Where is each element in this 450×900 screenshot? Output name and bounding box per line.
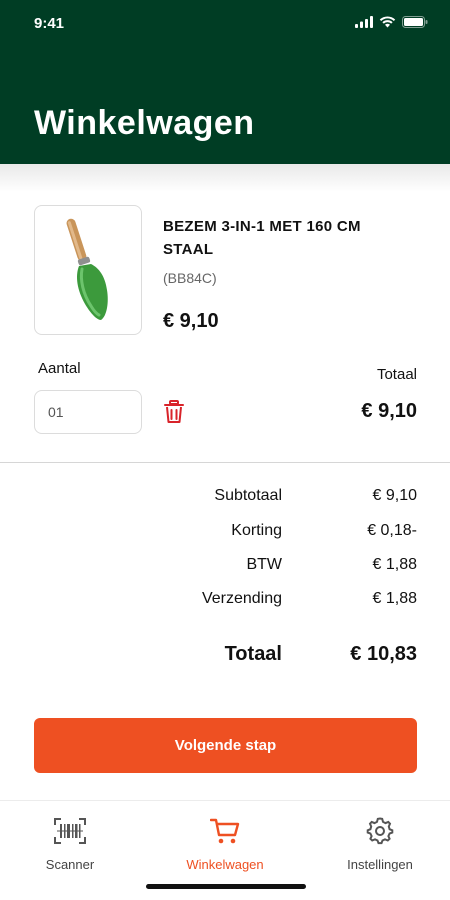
summary-value: € 1,88 bbox=[372, 590, 417, 607]
trash-icon bbox=[164, 400, 184, 423]
summary-value: € 9,10 bbox=[372, 487, 417, 504]
summary-row-shipping: Verzending € 1,88 bbox=[0, 590, 450, 614]
product-price: € 9,10 bbox=[163, 310, 219, 332]
summary-row-vat: BTW € 1,88 bbox=[0, 556, 450, 580]
quantity-value: 01 bbox=[48, 404, 64, 420]
summary-value: € 0,18- bbox=[367, 522, 417, 539]
quantity-input[interactable]: 01 bbox=[34, 390, 142, 434]
tab-winkelwagen[interactable]: Winkelwagen bbox=[155, 817, 295, 872]
summary-label: BTW bbox=[246, 556, 282, 573]
home-indicator bbox=[146, 884, 306, 889]
summary-value: € 1,88 bbox=[372, 556, 417, 573]
tab-scanner[interactable]: Scanner bbox=[0, 817, 140, 872]
wifi-icon bbox=[379, 16, 396, 28]
summary-label: Verzending bbox=[201, 590, 282, 607]
status-icons bbox=[355, 16, 428, 28]
tab-label: Instellingen bbox=[347, 857, 413, 872]
line-total-value: € 9,10 bbox=[361, 400, 417, 422]
gear-icon bbox=[366, 817, 394, 845]
app-header: 9:41 Winkelwagen bbox=[0, 0, 450, 164]
tab-label: Scanner bbox=[45, 857, 95, 872]
divider bbox=[0, 462, 450, 463]
page-title: Winkelwagen bbox=[34, 104, 255, 142]
shopping-cart-icon bbox=[210, 818, 240, 844]
grand-total-value: € 10,83 bbox=[350, 643, 417, 665]
summary-label: Subtotaal bbox=[214, 487, 282, 504]
tab-label: Winkelwagen bbox=[186, 857, 264, 872]
summary-row-discount: Korting € 0,18- bbox=[0, 522, 450, 546]
product-sku: (BB84C) bbox=[163, 270, 217, 286]
tab-instellingen[interactable]: Instellingen bbox=[310, 817, 450, 872]
delete-button[interactable] bbox=[163, 400, 185, 424]
product-name: BEZEM 3-IN-1 MET 160 CM STAAL bbox=[163, 218, 361, 258]
garden-trowel-icon bbox=[66, 218, 108, 320]
summary-row-total: Totaal € 10,83 bbox=[0, 643, 450, 673]
product-image[interactable] bbox=[34, 205, 142, 335]
summary-row-subtotal: Subtotaal € 9,10 bbox=[0, 487, 450, 511]
signal-icon bbox=[355, 16, 373, 28]
grand-total-label: Totaal bbox=[224, 643, 282, 665]
header-shadow bbox=[0, 164, 450, 192]
status-bar: 9:41 bbox=[0, 0, 450, 50]
status-time: 9:41 bbox=[34, 15, 65, 32]
barcode-scanner-icon bbox=[54, 818, 86, 844]
line-total-label: Totaal bbox=[376, 366, 417, 383]
quantity-label: Aantal bbox=[38, 360, 81, 377]
summary-label: Korting bbox=[231, 522, 282, 539]
battery-icon bbox=[402, 16, 428, 28]
next-step-button[interactable]: Volgende stap bbox=[34, 718, 417, 773]
